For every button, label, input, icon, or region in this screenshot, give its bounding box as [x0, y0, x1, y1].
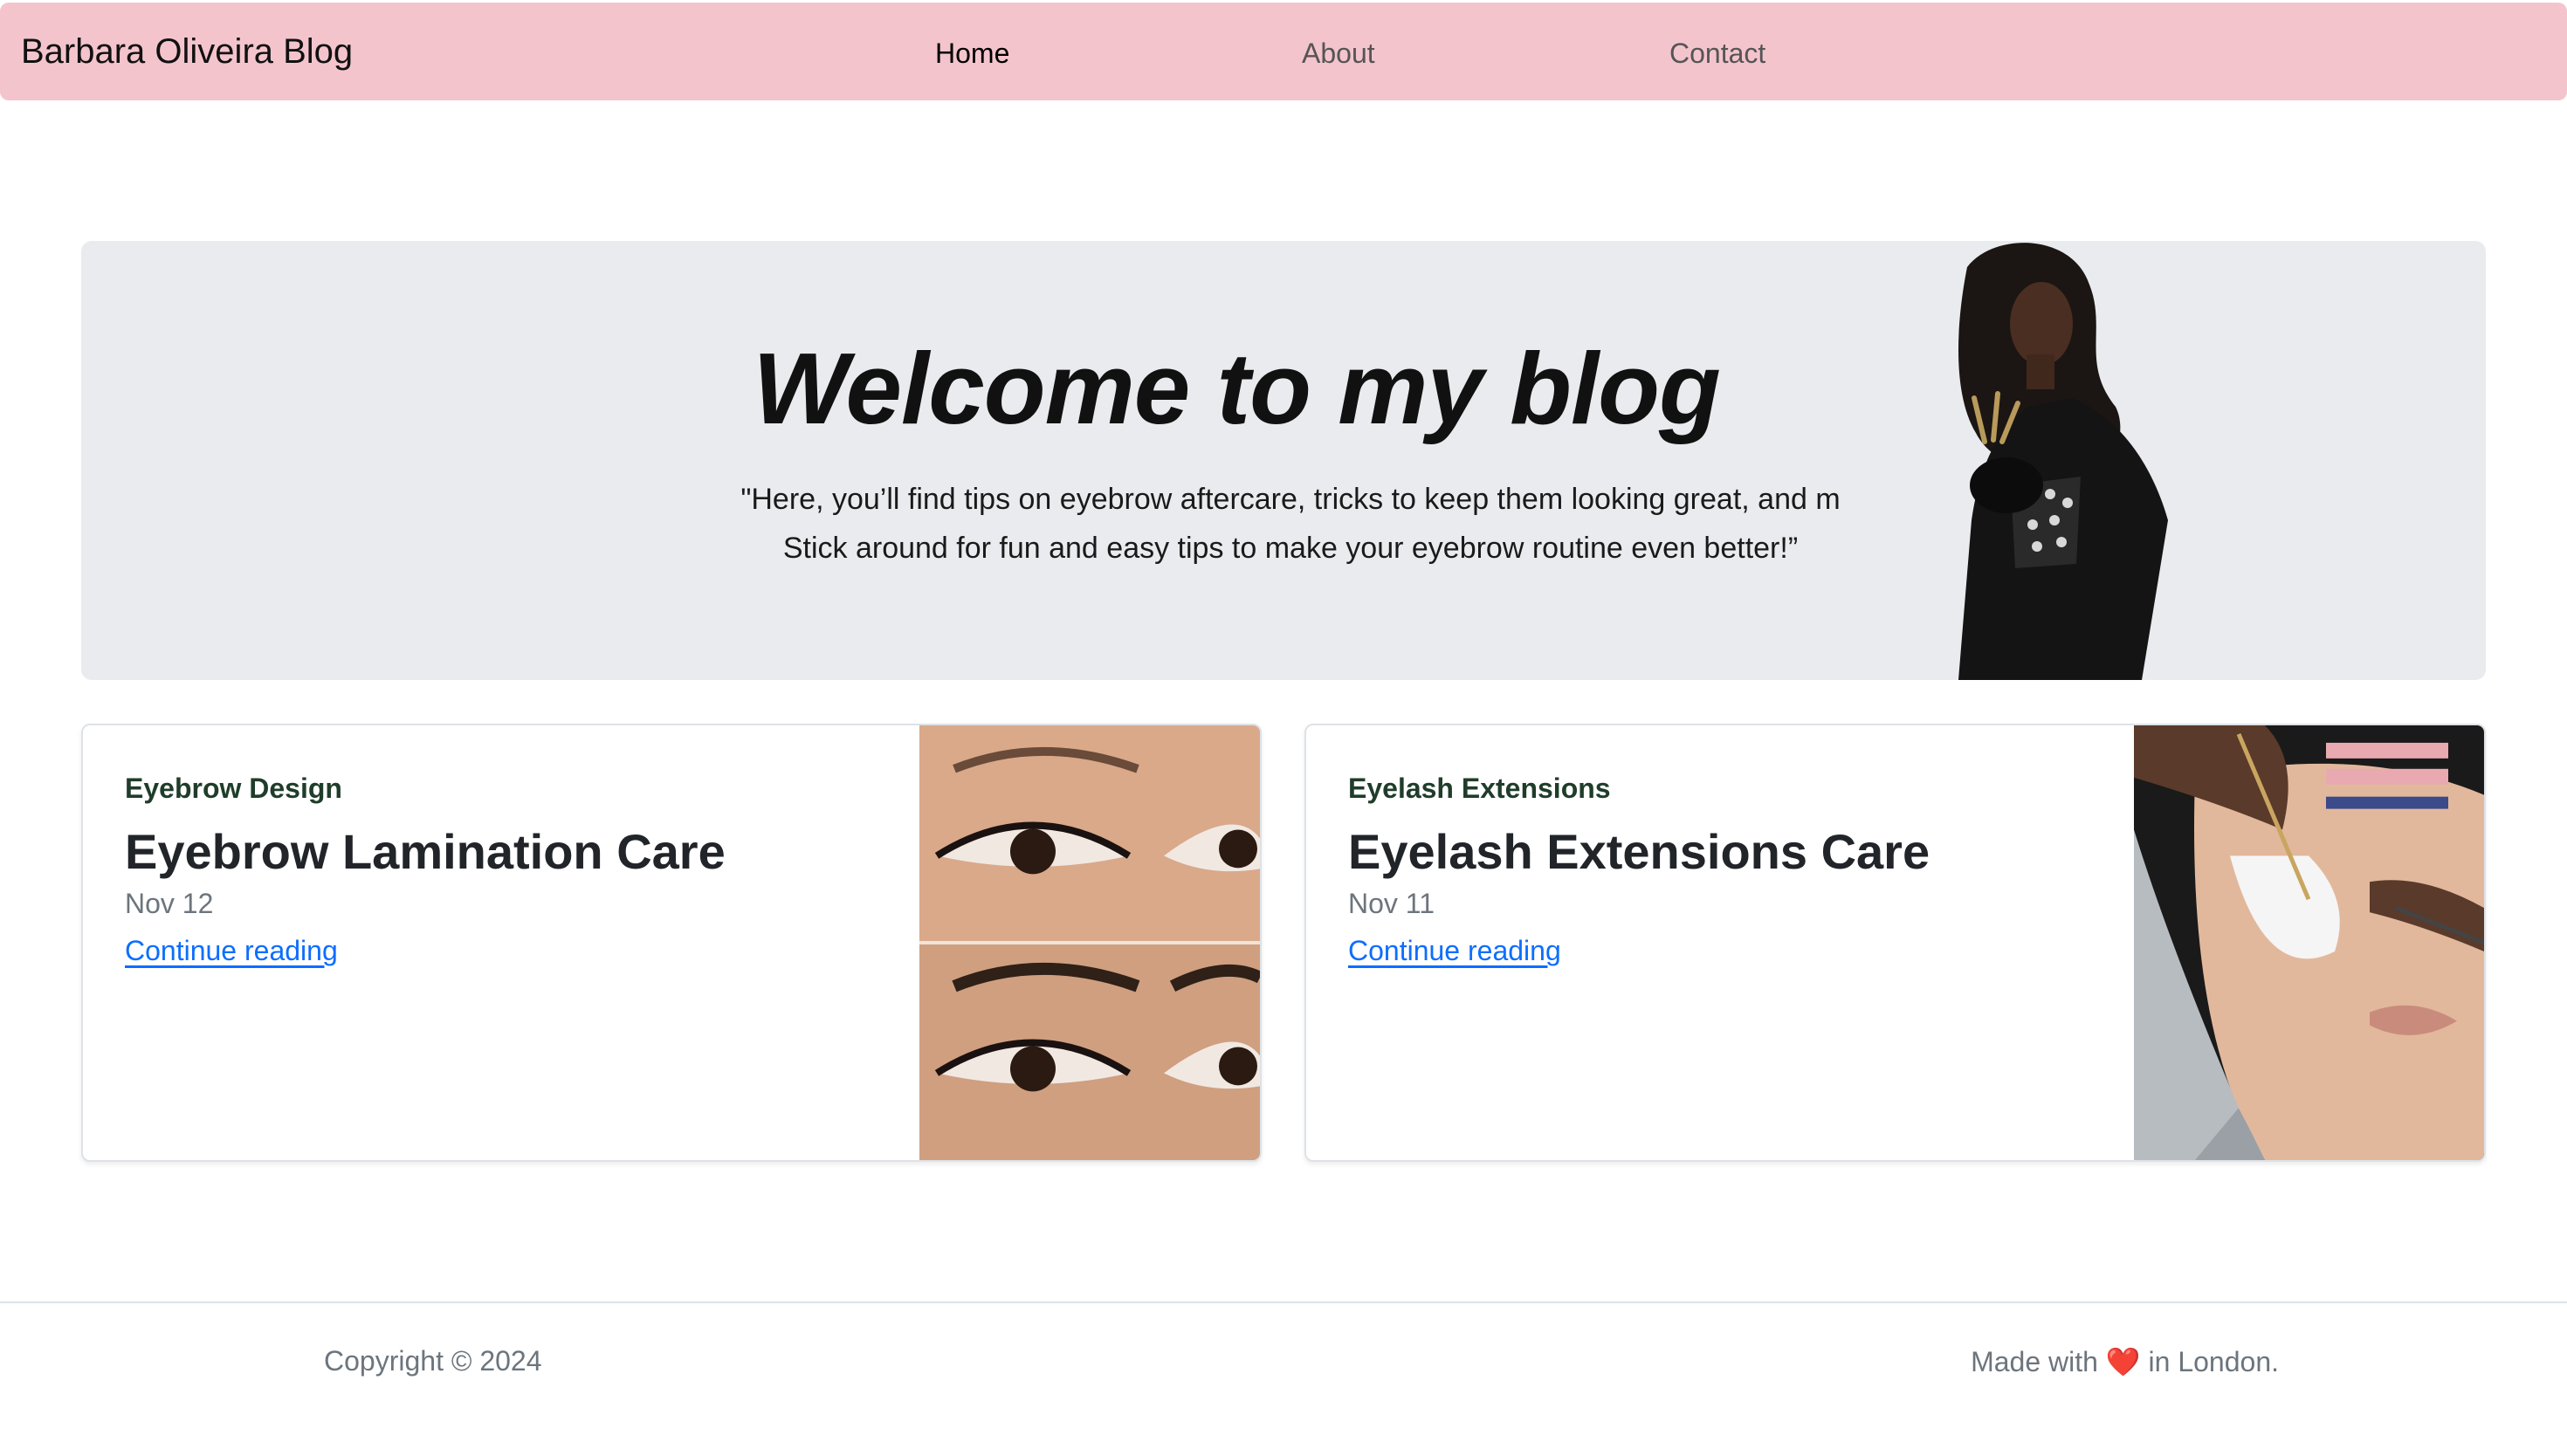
hero-quote-line-2: Stick around for fun and easy tips to ma… — [782, 532, 1799, 565]
brand-link[interactable]: Barbara Oliveira Blog — [21, 32, 353, 72]
post-category: Eyebrow Design — [125, 773, 342, 804]
made-with-text: Made with ❤️ in London. — [1971, 1345, 2279, 1378]
made-with-suffix: in London. — [2148, 1346, 2279, 1377]
eyelash-extensions-thumbnail — [2134, 725, 2484, 1160]
nav-about-link[interactable]: About — [1302, 38, 1375, 70]
copyright-text: Copyright © 2024 — [324, 1345, 542, 1377]
continue-reading-link[interactable]: Continue reading — [1348, 935, 1561, 967]
post-title: Eyelash Extensions Care — [1348, 824, 1930, 879]
top-navbar: Barbara Oliveira Blog Home About Contact — [0, 3, 2567, 100]
heart-icon: ❤️ — [2105, 1346, 2141, 1377]
nav-contact-link[interactable]: Contact — [1669, 38, 1765, 70]
made-with-prefix: Made with — [1971, 1346, 2098, 1377]
eyebrow-lamination-thumbnail — [919, 725, 1260, 1160]
post-date: Nov 12 — [125, 888, 214, 919]
post-date: Nov 11 — [1348, 888, 1435, 919]
hero-quote: "Here, you’ll find tips on eyebrow after… — [684, 475, 1897, 573]
post-category: Eyelash Extensions — [1348, 773, 1611, 804]
hero-banner: Welcome to my blog "Here, you’ll find ti… — [81, 241, 2486, 680]
post-title: Eyebrow Lamination Care — [125, 824, 726, 879]
site-footer: Copyright © 2024 Made with ❤️ in London. — [0, 1301, 2567, 1456]
continue-reading-link[interactable]: Continue reading — [125, 935, 338, 967]
post-card-eyebrow-lamination[interactable]: Eyebrow Design Eyebrow Lamination Care N… — [81, 724, 1262, 1162]
nav-home-link[interactable]: Home — [935, 38, 1009, 70]
post-card-eyelash-extensions[interactable]: Eyelash Extensions Eyelash Extensions Ca… — [1304, 724, 2486, 1162]
author-portrait-image — [1958, 243, 2168, 680]
hero-quote-line-1: "Here, you’ll find tips on eyebrow after… — [740, 483, 1841, 516]
